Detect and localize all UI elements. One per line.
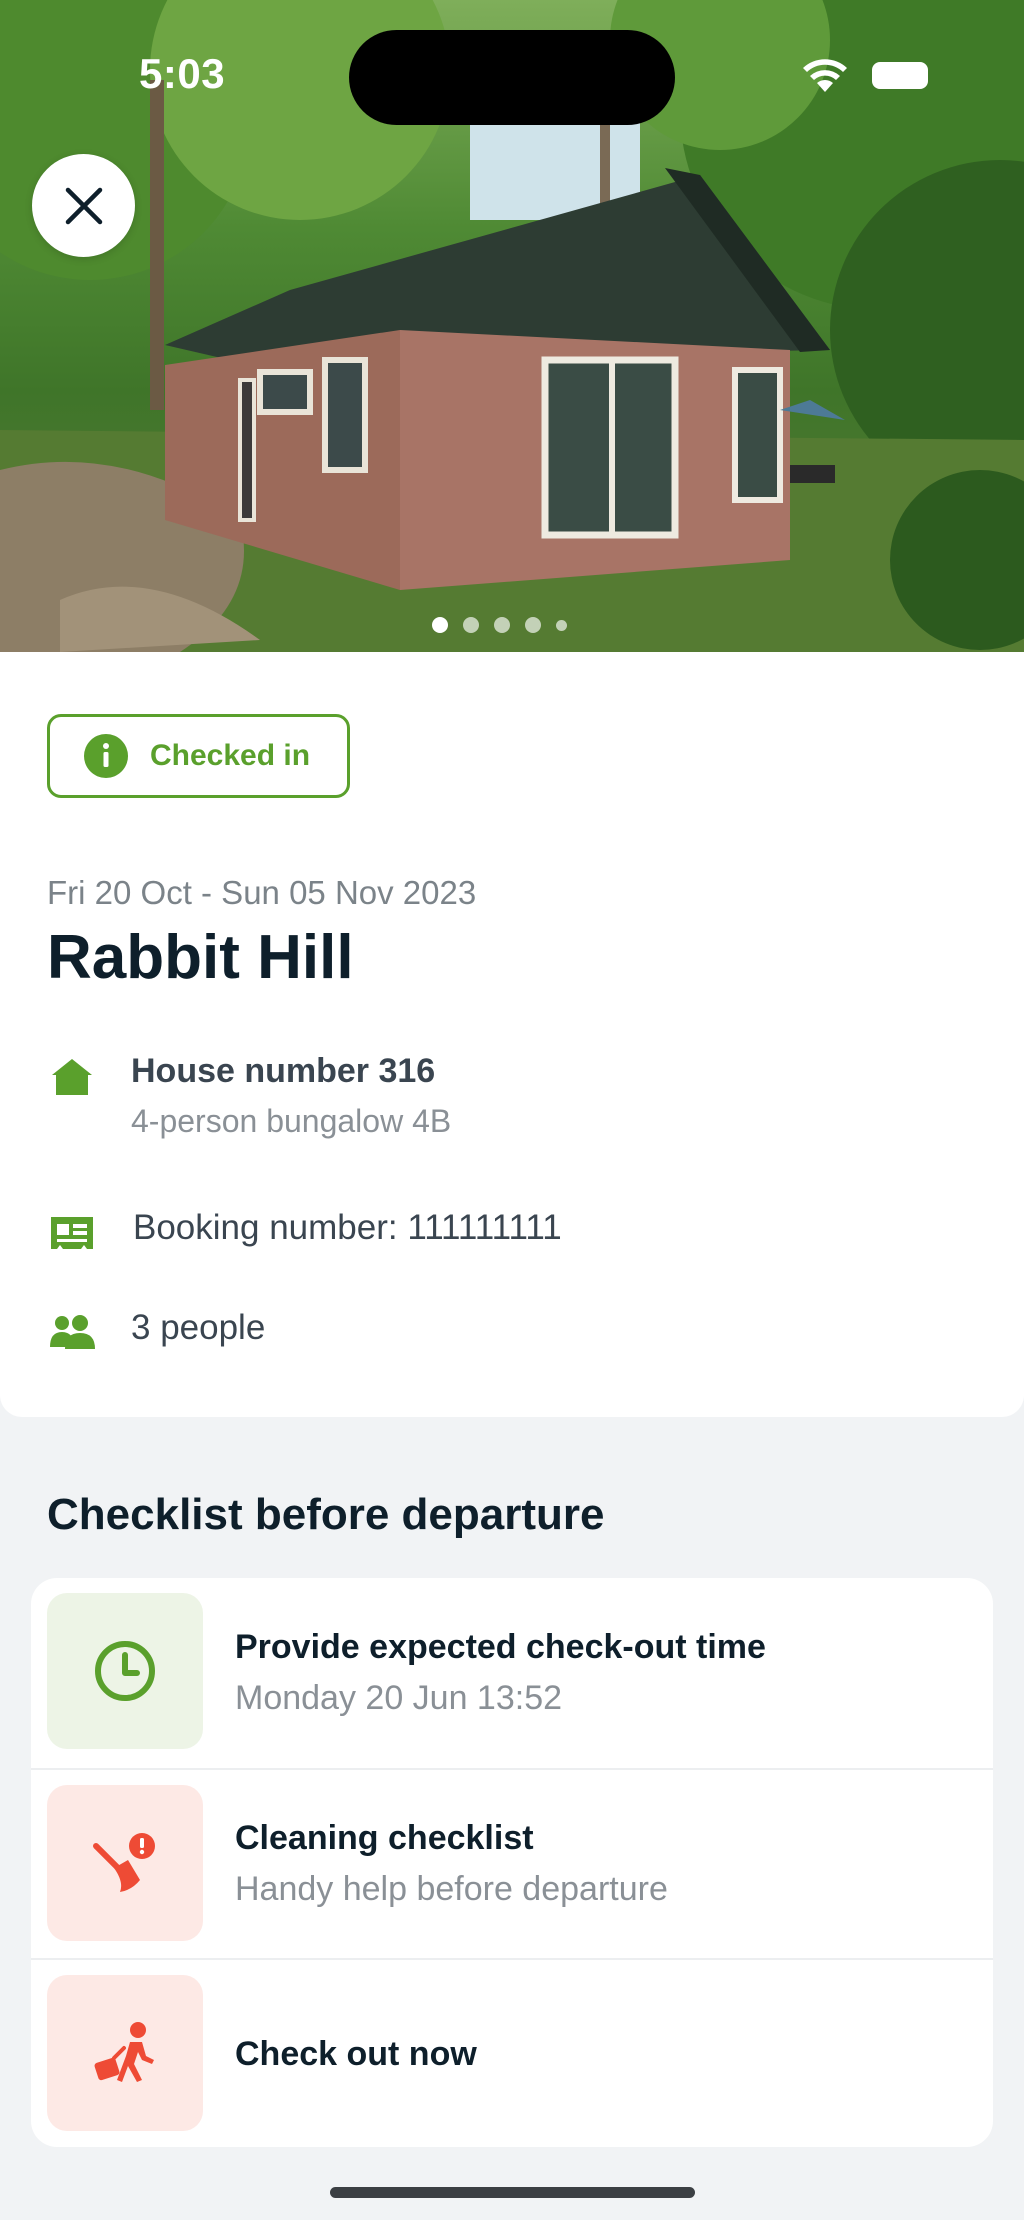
booking-info-card: Checked in Fri 20 Oct - Sun 05 Nov 2023 … [0,652,1024,1417]
park-name: Rabbit Hill [47,923,354,992]
checklist-item-subtitle: Handy help before departure [235,1870,668,1908]
booking-number: Booking number: 111111111 [133,1208,562,1247]
home-icon [47,1052,97,1102]
checklist-item-cleaning[interactable]: Cleaning checklist Handy help before dep… [31,1768,993,1958]
people-icon [47,1308,97,1358]
battery-icon [872,62,928,89]
close-icon [65,187,102,224]
checklist-item-icon-tile [47,1785,203,1941]
home-indicator[interactable] [330,2187,695,2198]
carousel-dot[interactable] [463,617,479,633]
wifi-icon [803,59,847,92]
house-type: 4-person bungalow 4B [131,1103,452,1139]
close-button[interactable] [32,154,135,257]
checklist-item-title: Cleaning checklist [235,1819,534,1857]
checklist-item-icon-tile [47,1593,203,1749]
clock-icon [95,1641,155,1701]
house-row: House number 316 4-person bungalow 4B [47,1052,451,1140]
status-badge: Checked in [47,714,350,798]
broom-alert-icon [93,1833,155,1892]
checklist-item-checkout-now[interactable]: Check out now [31,1958,993,2147]
checklist-item-icon-tile [47,1975,203,2131]
checklist-item-title: Provide expected check-out time [235,1628,766,1666]
guest-count: 3 people [131,1308,266,1347]
booking-number-row: Booking number: 111111111 [47,1208,562,1258]
id-card-icon [47,1208,97,1258]
stay-dates: Fri 20 Oct - Sun 05 Nov 2023 [47,874,477,911]
hero-photo-carousel[interactable]: 5:03 [0,0,1024,652]
carousel-dot[interactable] [432,617,448,633]
booking-detail-screen: 5:03 Checked in Fri 20 Oct - Sun 05 Nov … [0,0,1024,2220]
house-number: House number 316 [131,1052,436,1090]
checklist-list: Provide expected check-out time Monday 2… [31,1578,993,2147]
status-badge-label: Checked in [150,739,311,772]
status-bar-time: 5:03 [139,50,226,97]
checklist-item-subtitle: Monday 20 Jun 13:52 [235,1679,563,1717]
guests-row: 3 people [47,1308,265,1358]
person-luggage-icon [94,2022,154,2082]
carousel-page-indicator [432,617,567,633]
carousel-dot[interactable] [556,619,567,631]
checklist-item-title: Check out now [235,2034,477,2073]
info-icon [84,734,128,778]
carousel-dot[interactable] [525,617,541,633]
dynamic-island [349,30,675,125]
carousel-dot[interactable] [494,617,510,633]
checklist-item-checkout-time[interactable]: Provide expected check-out time Monday 2… [31,1578,993,1768]
checklist-heading: Checklist before departure [47,1490,605,1539]
